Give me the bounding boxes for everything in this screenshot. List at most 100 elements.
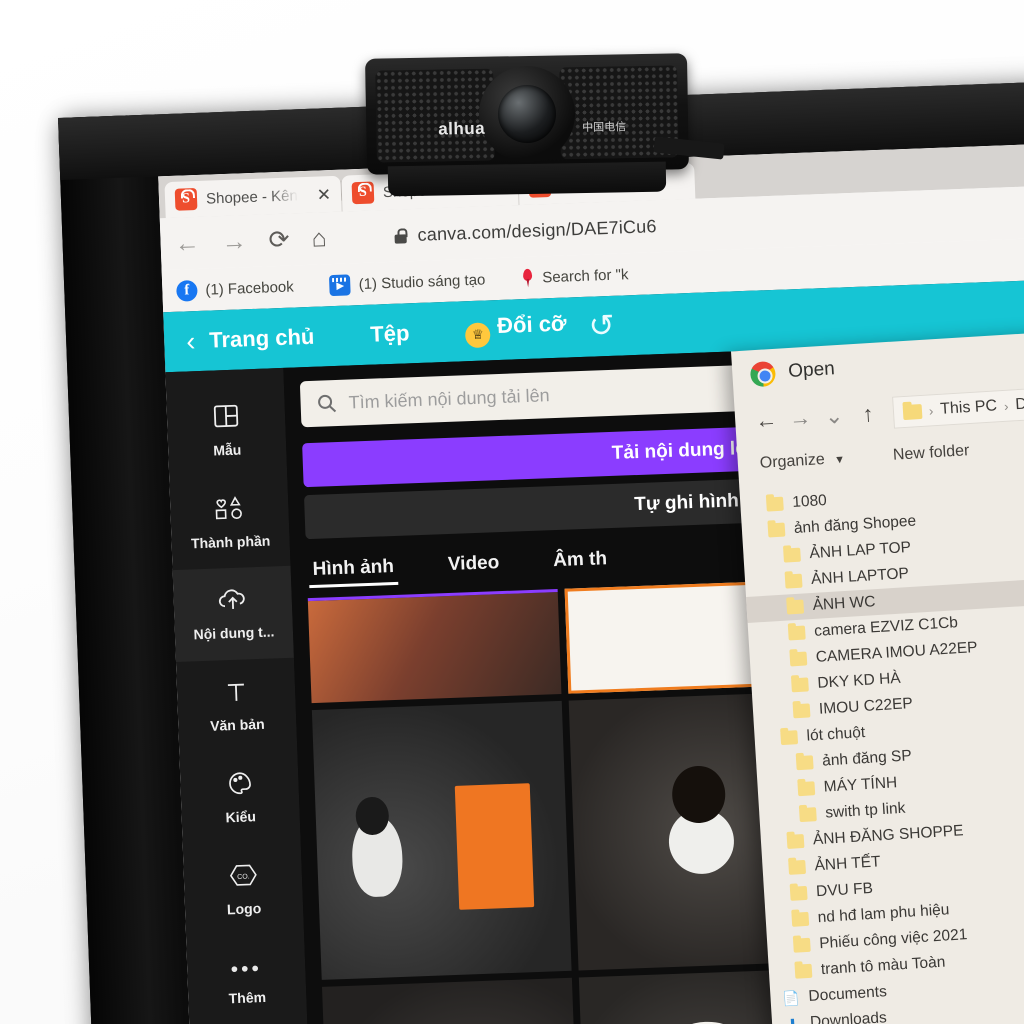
sidebar-label: Nội dung t...	[193, 622, 275, 642]
sidebar-label: Thành phần	[190, 532, 271, 551]
canva-resize-button[interactable]: ♕ Đổi cỡ	[465, 311, 568, 348]
sidebar-item-logo[interactable]: CO. Logo	[183, 842, 304, 938]
upload-thumbnail[interactable]	[322, 977, 582, 1024]
facebook-icon	[176, 279, 198, 302]
webcam-lens	[497, 84, 557, 144]
folder-icon	[780, 730, 799, 746]
tab-audio[interactable]: Âm th	[553, 548, 608, 579]
folder-icon	[789, 651, 808, 667]
breadcrumb-separator: ›	[928, 402, 934, 419]
documents-icon: 📄	[781, 989, 801, 1007]
uploads-cloud-icon	[217, 587, 248, 617]
folder-icon	[788, 859, 807, 875]
pinterest-icon	[521, 267, 535, 288]
tree-item-label: ảnh đăng Shopee	[793, 512, 917, 537]
webcam-clip	[387, 161, 667, 197]
tree-item-label: swith tp link	[824, 799, 906, 822]
bookmark-facebook[interactable]: (1) Facebook	[176, 276, 294, 302]
sidebar-item-uploads[interactable]: Nội dung t...	[172, 565, 294, 663]
tree-item-label: ảnh đăng SP	[821, 747, 913, 770]
tree-item-label: Documents	[808, 983, 888, 1005]
styles-palette-icon	[227, 770, 253, 801]
organize-button[interactable]: Organize ▼	[759, 450, 845, 473]
up-icon[interactable]: ↑	[850, 401, 885, 427]
downloads-icon: ⬇	[786, 1015, 799, 1024]
canva-file-button[interactable]: Tệp	[370, 320, 410, 347]
svg-text:CO.: CO.	[237, 874, 250, 881]
folder-icon	[797, 781, 816, 797]
sidebar-item-more[interactable]: ••• Thêm	[186, 934, 307, 1024]
folder-icon	[787, 625, 806, 641]
elements-icon	[214, 494, 245, 526]
text-T-icon	[224, 679, 249, 709]
tab-video[interactable]: Video	[448, 552, 500, 583]
forward-icon[interactable]: →	[221, 227, 247, 256]
webcam-mesh-left	[375, 68, 495, 163]
folder-icon	[792, 937, 811, 953]
tree-item-label: ẢNH LAPTOP	[810, 565, 910, 589]
tree-item-label: IMOU C22EP	[818, 695, 914, 718]
tree-item-label: DVU FB	[815, 879, 874, 901]
sidebar-label: Logo	[226, 900, 262, 918]
sidebar-item-styles[interactable]: Kiểu	[179, 750, 300, 846]
tree-item-label: ẢNH TẾT	[814, 853, 881, 875]
reload-icon[interactable]: ⟳	[268, 225, 290, 254]
tab-title: Shopee - Kên	[205, 186, 299, 208]
organize-label: Organize	[759, 450, 826, 472]
breadcrumb-desktop[interactable]: Desktop	[1015, 393, 1024, 415]
canva-home-button[interactable]: Trang chủ	[209, 324, 315, 354]
folder-icon	[765, 496, 784, 512]
bookmark-studio[interactable]: (1) Studio sáng tạo	[329, 269, 486, 296]
tree-item-label: MÁY TÍNH	[823, 774, 898, 796]
tree-item-label: lót chuột	[806, 724, 866, 745]
webcam-secondary-label: 中国电信	[582, 121, 627, 135]
sidebar-label: Mẫu	[212, 441, 242, 459]
new-folder-button[interactable]: New folder	[892, 442, 969, 465]
sidebar-item-text[interactable]: Văn bản	[176, 658, 297, 754]
tree-item-label: DKY KD HÀ	[816, 669, 902, 692]
tree-item-label: nd hđ lam phu hiệu	[817, 901, 950, 927]
studio-icon	[329, 273, 352, 296]
sidebar-item-elements[interactable]: Thành phần	[169, 474, 290, 570]
canva-resize-label: Đổi cỡ	[496, 310, 568, 339]
chevron-down-icon: ▼	[833, 453, 846, 467]
folder-icon	[799, 807, 817, 823]
back-icon[interactable]: ←	[174, 228, 200, 257]
undo-icon[interactable]: ↺	[588, 308, 615, 345]
navigation-tree: 1080 ảnh đăng Shopee ẢNH LAP TOP ẢNH LAPTOP…	[739, 471, 1024, 1024]
folder-icon	[791, 677, 809, 693]
folder-icon	[792, 703, 811, 719]
back-icon[interactable]: ←	[749, 407, 784, 433]
search-icon	[318, 394, 337, 413]
folder-icon	[791, 911, 810, 927]
screenshot-root: Shopee - Kên ✕ Shopee - Kên ✕ lót chu	[0, 0, 1024, 1024]
monitor: Shopee - Kên ✕ Shopee - Kên ✕ lót chu	[58, 80, 1024, 1024]
dialog-content: 1080 ảnh đăng Shopee ẢNH LAP TOP ẢNH LAPTOP…	[739, 461, 1024, 1024]
logo-hex-icon: CO.	[229, 862, 257, 893]
folder-icon	[795, 755, 814, 771]
chevron-left-icon[interactable]: ‹	[186, 326, 196, 357]
sidebar-label: Kiểu	[225, 808, 257, 826]
breadcrumb-this-pc[interactable]: This PC	[940, 397, 998, 418]
webcam-body: alhua 中国电信	[365, 53, 689, 175]
bookmark-search[interactable]: Search for "k	[521, 264, 629, 289]
upload-thumbnail[interactable]	[307, 589, 562, 704]
folder-icon	[784, 573, 803, 589]
sidebar-label: Văn bản	[209, 715, 265, 734]
lock-icon	[394, 228, 407, 243]
tree-item-label: Downloads	[809, 1009, 888, 1024]
tree-item-label: 1080	[791, 491, 828, 512]
forward-icon[interactable]: →	[783, 405, 818, 431]
tab-images[interactable]: Hình ảnh	[312, 556, 394, 588]
browser-tab-1[interactable]: Shopee - Kên ✕	[164, 175, 342, 219]
home-icon[interactable]: ⌂	[311, 224, 327, 253]
folder-icon	[789, 885, 808, 901]
sidebar-item-templates[interactable]: Mẫu	[166, 382, 287, 478]
folder-icon	[902, 403, 923, 420]
recent-locations-icon[interactable]: ⌄	[817, 403, 852, 429]
chrome-icon	[749, 360, 777, 387]
close-icon[interactable]: ✕	[316, 185, 331, 205]
upload-thumbnail[interactable]	[311, 700, 572, 980]
folder-icon	[783, 547, 801, 563]
screen: Shopee - Kên ✕ Shopee - Kên ✕ lót chu	[158, 142, 1024, 1024]
